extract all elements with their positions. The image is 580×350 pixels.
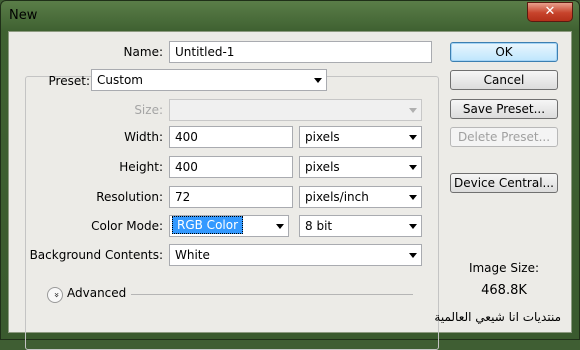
forum-watermark: منتديات انا شيعي العالمية (434, 310, 561, 324)
background-contents-value: White (175, 248, 210, 262)
width-label: Width: (124, 130, 163, 144)
chevron-down-icon (409, 165, 417, 170)
height-unit-value: pixels (305, 160, 340, 174)
image-size-value: 468.8K (481, 283, 527, 298)
height-input[interactable]: 400 (169, 156, 293, 178)
device-central-button[interactable]: Device Central... (450, 173, 558, 193)
chevron-down-icon (409, 195, 417, 200)
close-button[interactable]: ✕ (527, 2, 573, 22)
resolution-unit-select[interactable]: pixels/inch (299, 186, 422, 208)
color-mode-select[interactable]: RGB Color (169, 215, 289, 237)
preset-select[interactable]: Custom (91, 69, 327, 91)
chevron-down-icon (409, 253, 417, 258)
color-mode-value: RGB Color (172, 216, 244, 234)
name-input[interactable]: Untitled-1 (169, 41, 432, 63)
width-unit-value: pixels (305, 130, 340, 144)
chevron-down-icon (409, 224, 417, 229)
window-title: New (9, 8, 38, 23)
chevron-down-icon (409, 108, 417, 113)
advanced-toggle-button[interactable]: » (47, 287, 63, 303)
advanced-label[interactable]: Advanced (67, 286, 126, 300)
double-chevron-down-icon: » (51, 292, 61, 298)
background-contents-select[interactable]: White (169, 244, 422, 266)
image-size-label: Image Size: (468, 261, 540, 275)
size-select (169, 99, 422, 121)
resolution-unit-value: pixels/inch (305, 190, 369, 204)
height-unit-select[interactable]: pixels (299, 156, 422, 178)
width-input[interactable]: 400 (169, 126, 293, 148)
bit-depth-select[interactable]: 8 bit (299, 215, 422, 237)
save-preset-button[interactable]: Save Preset... (450, 99, 558, 119)
ok-button[interactable]: OK (450, 42, 558, 62)
delete-preset-button: Delete Preset... (450, 127, 558, 147)
chevron-down-icon (276, 224, 284, 229)
new-document-dialog: New ✕ Name: Untitled-1 Preset: Custom Si… (0, 0, 580, 350)
background-contents-label: Background Contents: (29, 248, 163, 262)
width-unit-select[interactable]: pixels (299, 126, 422, 148)
cancel-button[interactable]: Cancel (450, 70, 558, 90)
color-mode-label: Color Mode: (91, 219, 163, 233)
name-label: Name: (123, 45, 163, 59)
title-bar[interactable]: New ✕ (1, 1, 579, 31)
bit-depth-value: 8 bit (305, 219, 333, 233)
dialog-body: Name: Untitled-1 Preset: Custom Size: Wi… (8, 31, 572, 350)
chevron-down-icon (314, 78, 322, 83)
resolution-input[interactable]: 72 (169, 186, 293, 208)
chevron-down-icon (409, 135, 417, 140)
size-label: Size: (134, 103, 163, 117)
resolution-label: Resolution: (96, 190, 163, 204)
preset-label: Preset: (48, 74, 90, 88)
height-label: Height: (119, 160, 163, 174)
advanced-divider (131, 294, 413, 295)
preset-value: Custom (97, 73, 143, 87)
close-icon: ✕ (544, 4, 556, 19)
